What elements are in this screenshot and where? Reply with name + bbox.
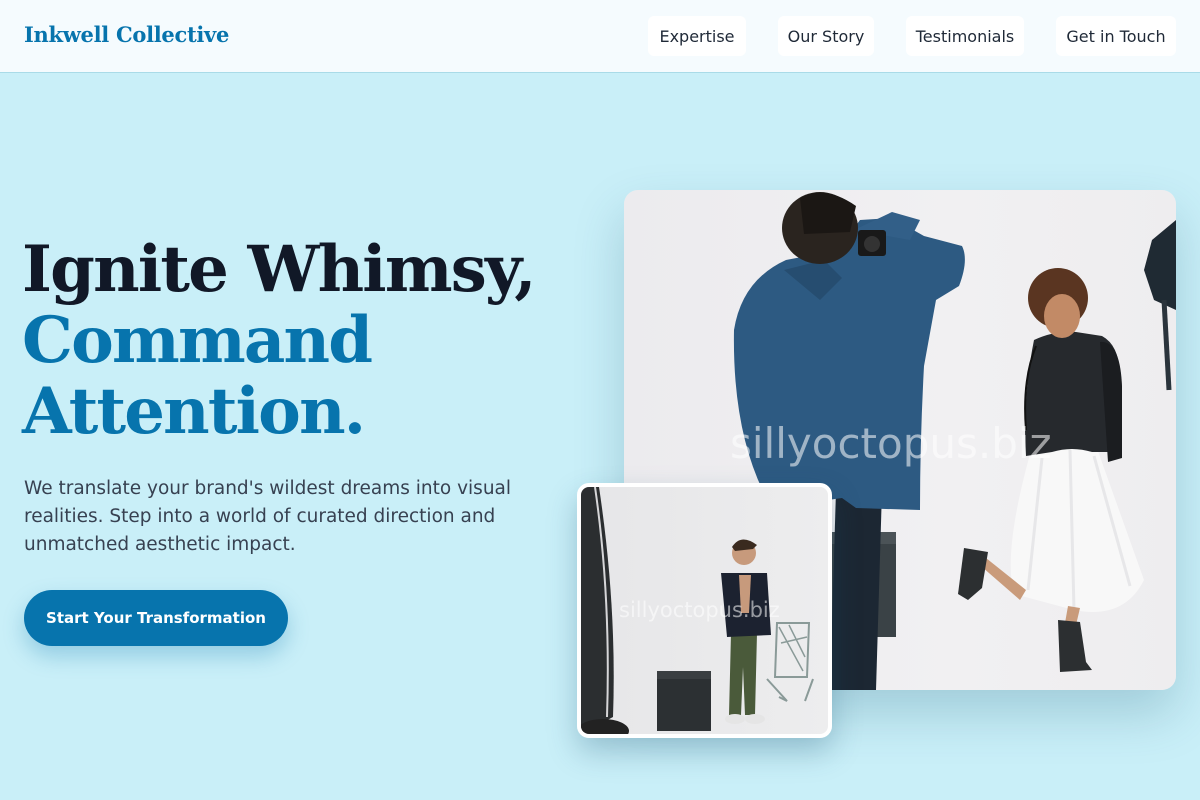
secondary-photo-watermark: sillyoctopus.biz — [619, 598, 780, 622]
secondary-photo: sillyoctopus.biz — [577, 483, 832, 738]
hero-title-line-3: Attention. — [22, 374, 366, 449]
nav-link-expertise[interactable]: Expertise — [648, 16, 746, 56]
start-transformation-button[interactable]: Start Your Transformation — [24, 590, 288, 646]
hero-title-line-1: Ignite Whimsy, — [22, 232, 537, 307]
nav-link-our-story[interactable]: Our Story — [778, 16, 874, 56]
main-photo-watermark: sillyoctopus.biz — [730, 419, 1052, 468]
nav-link-testimonials[interactable]: Testimonials — [906, 16, 1024, 56]
brand-logo[interactable]: Inkwell Collective — [24, 22, 229, 47]
nav-link-get-in-touch[interactable]: Get in Touch — [1056, 16, 1176, 56]
site-header: Inkwell Collective Expertise Our Story T… — [0, 0, 1200, 73]
hero-title-line-2: Command — [22, 303, 373, 378]
hero-description: We translate your brand's wildest dreams… — [24, 478, 512, 555]
hero-title: Ignite Whimsy, Command Attention. — [22, 234, 602, 447]
studio-pose-illustration: sillyoctopus.biz — [581, 487, 814, 734]
